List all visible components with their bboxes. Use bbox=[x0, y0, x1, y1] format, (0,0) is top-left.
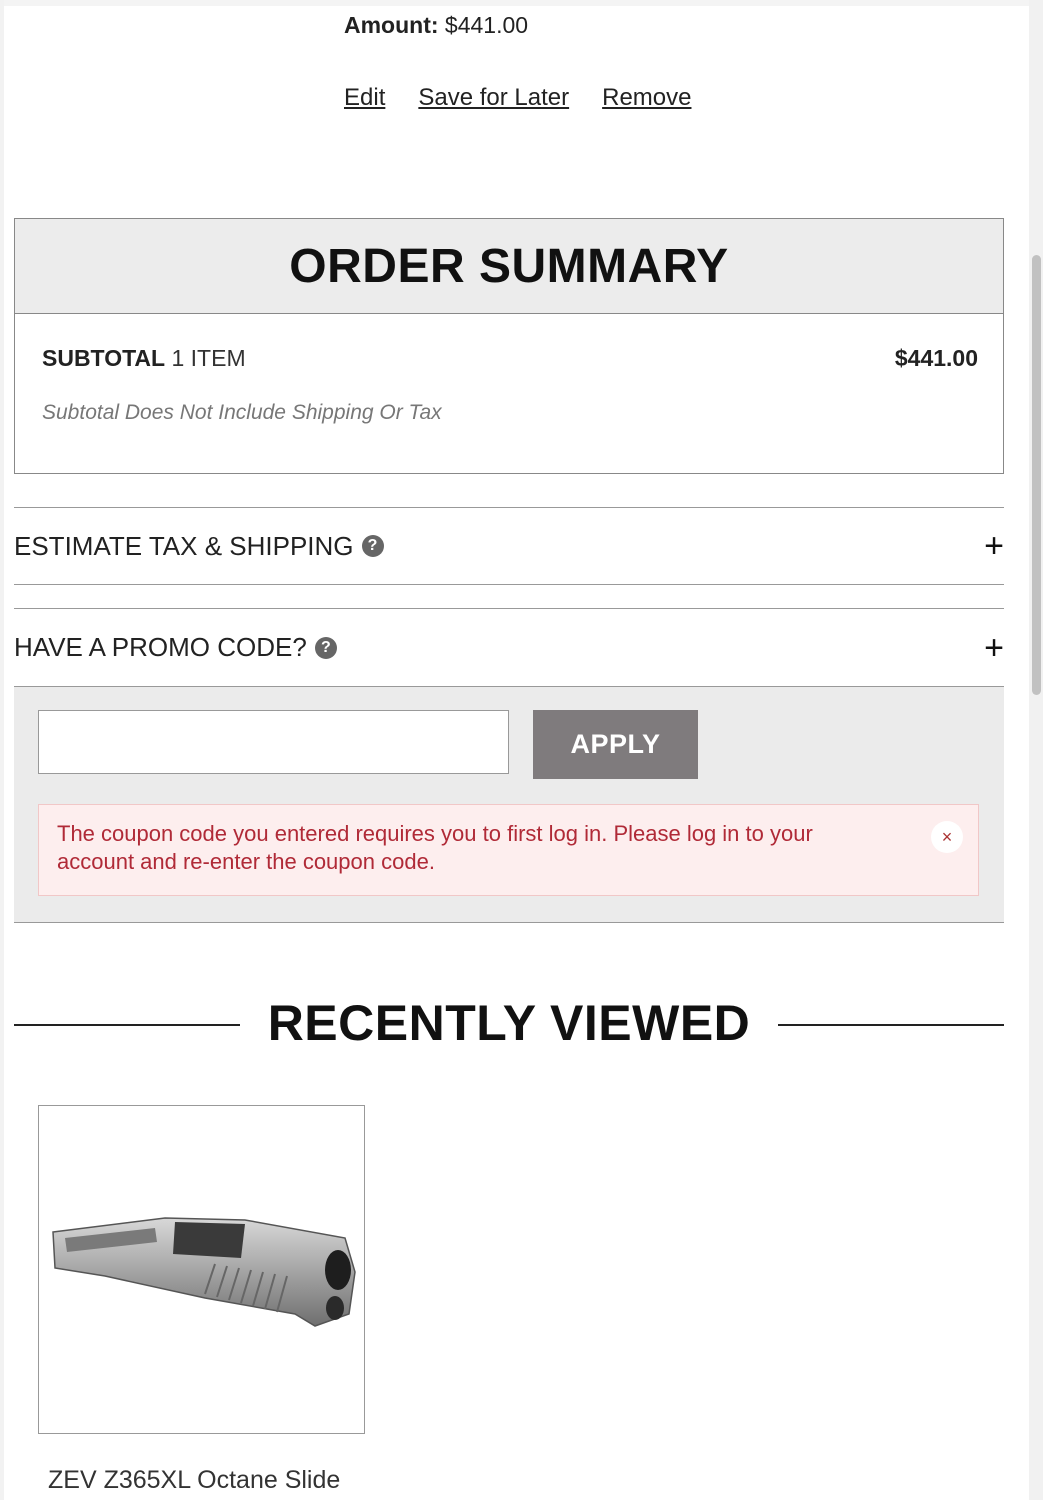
plus-icon[interactable]: + bbox=[984, 631, 1004, 665]
close-icon[interactable]: × bbox=[931, 821, 963, 853]
divider-left bbox=[14, 1024, 240, 1026]
subtotal-row: SUBTOTAL 1 ITEM $441.00 bbox=[42, 345, 978, 372]
order-summary: ORDER SUMMARY SUBTOTAL 1 ITEM $441.00 Su… bbox=[14, 218, 1004, 474]
amount-label: Amount: bbox=[344, 12, 439, 38]
plus-icon[interactable]: + bbox=[984, 529, 1004, 563]
product-card[interactable] bbox=[38, 1105, 365, 1434]
item-amount: Amount: $441.00 bbox=[344, 12, 528, 39]
item-actions: Edit Save for Later Remove bbox=[344, 84, 691, 112]
promo-label-text: HAVE A PROMO CODE? bbox=[14, 632, 307, 662]
recently-viewed-title: RECENTLY VIEWED bbox=[267, 995, 751, 1051]
subtotal-label: SUBTOTAL 1 ITEM bbox=[42, 345, 246, 372]
estimate-label: ESTIMATE TAX & SHIPPING ? bbox=[14, 531, 384, 562]
remove-link[interactable]: Remove bbox=[602, 84, 691, 112]
promo-code-toggle[interactable]: HAVE A PROMO CODE? ? + bbox=[14, 608, 1004, 687]
cart-page: Amount: $441.00 Edit Save for Later Remo… bbox=[0, 0, 1029, 1500]
pistol-slide-image[interactable] bbox=[45, 1202, 359, 1342]
estimate-label-text: ESTIMATE TAX & SHIPPING bbox=[14, 530, 354, 561]
edit-link[interactable]: Edit bbox=[344, 84, 385, 112]
amount-value: $441.00 bbox=[444, 12, 529, 38]
order-summary-title: ORDER SUMMARY bbox=[289, 239, 729, 293]
apply-button[interactable]: APPLY bbox=[533, 710, 698, 779]
subtotal-label-text: SUBTOTAL bbox=[42, 345, 166, 371]
divider-right bbox=[778, 1024, 1004, 1026]
scrollbar[interactable] bbox=[1029, 0, 1043, 1500]
scrollbar-thumb[interactable] bbox=[1032, 255, 1041, 695]
left-strip bbox=[0, 0, 4, 1500]
estimate-tax-shipping-toggle[interactable]: ESTIMATE TAX & SHIPPING ? + bbox=[14, 507, 1004, 585]
top-strip bbox=[0, 0, 1029, 6]
question-circle-icon[interactable]: ? bbox=[361, 535, 384, 557]
question-circle-icon[interactable]: ? bbox=[314, 636, 337, 659]
item-count: 1 ITEM bbox=[171, 345, 246, 371]
promo-label: HAVE A PROMO CODE? ? bbox=[14, 632, 337, 663]
subtotal-value: $441.00 bbox=[894, 345, 978, 371]
subtotal-note: Subtotal Does Not Include Shipping Or Ta… bbox=[42, 401, 442, 424]
save-for-later-link[interactable]: Save for Later bbox=[418, 84, 569, 112]
product-name[interactable]: ZEV Z365XL Octane Slide bbox=[48, 1466, 340, 1495]
promo-panel: APPLY The coupon code you entered requir… bbox=[14, 687, 1004, 923]
coupon-error-alert: The coupon code you entered requires you… bbox=[38, 804, 979, 896]
promo-code-input[interactable] bbox=[38, 710, 509, 774]
coupon-error-message: The coupon code you entered requires you… bbox=[57, 821, 813, 874]
order-summary-header: ORDER SUMMARY bbox=[15, 219, 1003, 314]
